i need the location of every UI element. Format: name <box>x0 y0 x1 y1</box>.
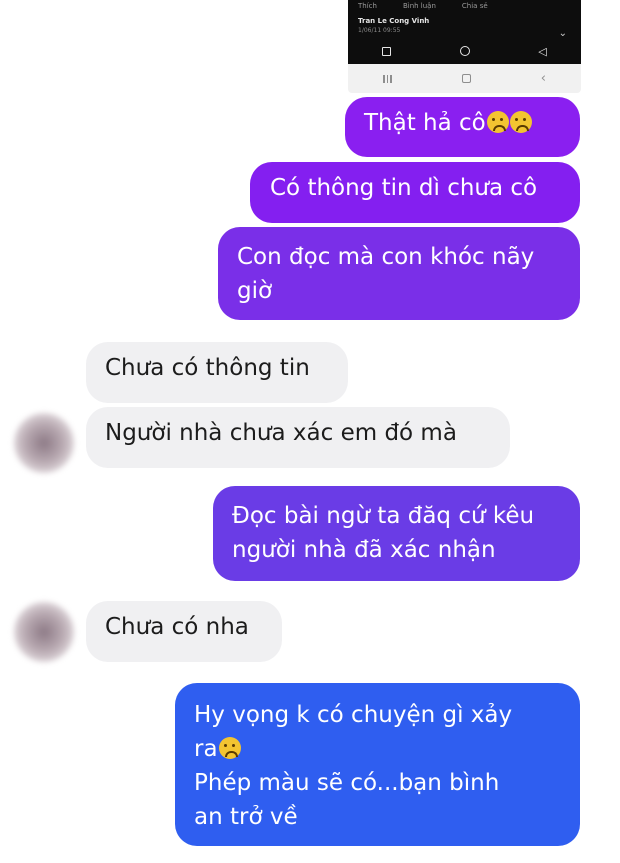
message-text: Người nhà chưa xác em đó mà <box>105 420 457 446</box>
message-text: Chưa có thông tin <box>105 355 310 381</box>
message-bubble-sent[interactable]: Con đọc mà con khóc nãy giờ <box>218 227 580 320</box>
shared-screenshot[interactable]: Thích Bình luận Chia sẻ Tran Le Cong Vin… <box>348 0 581 93</box>
back-icon: ◁ <box>538 44 547 58</box>
message-text-line: ra <box>194 736 218 762</box>
crying-face-icon <box>218 737 241 759</box>
contact-avatar[interactable] <box>14 413 74 473</box>
message-text-line: an trở về <box>194 804 298 830</box>
message-text: Chưa có nha <box>105 614 249 640</box>
shared-post-author: Tran Le Cong Vinh <box>358 17 430 25</box>
shared-post-actions: Thích Bình luận Chia sẻ <box>358 2 488 10</box>
android-navbar-light: ‹ <box>348 64 581 93</box>
crying-face-icon <box>509 111 532 133</box>
message-text: Có thông tin dì chưa cô <box>270 175 538 201</box>
comment-action: Bình luận <box>402 2 436 10</box>
message-bubble-received[interactable]: Chưa có thông tin <box>86 342 348 403</box>
android-navbar-dark: ◁ <box>348 40 581 62</box>
message-text: Thật hả cô <box>364 110 486 136</box>
message-text-line: Con đọc mà con khóc nãy <box>237 244 535 270</box>
share-action: Chia sẻ <box>461 2 488 10</box>
recents-icon <box>382 46 392 56</box>
message-text-line: người nhà đã xác nhận <box>232 537 496 563</box>
message-bubble-received[interactable]: Người nhà chưa xác em đó mà <box>86 407 510 468</box>
like-action: Thích <box>358 2 377 10</box>
recents-icon <box>383 74 392 83</box>
message-bubble-sent[interactable]: Đọc bài ngừ ta đăq cứ kêu người nhà đã x… <box>213 486 580 581</box>
message-bubble-sent[interactable]: Hy vọng k có chuyện gì xảy ra Phép màu s… <box>175 683 580 846</box>
message-text-line: giờ <box>237 278 273 304</box>
crying-face-icon <box>486 111 509 133</box>
message-text-line: Hy vọng k có chuyện gì xảy <box>194 702 513 728</box>
message-bubble-sent[interactable]: Có thông tin dì chưa cô <box>250 162 580 223</box>
shared-post-time: 1/06/11 09:55 <box>358 27 401 34</box>
message-text-line: Đọc bài ngừ ta đăq cứ kêu <box>232 503 535 529</box>
message-bubble-sent[interactable]: Thật hả cô <box>345 97 580 157</box>
message-bubble-received[interactable]: Chưa có nha <box>86 601 282 662</box>
message-text-line: Phép màu sẽ có...bạn bình <box>194 770 500 796</box>
home-icon <box>461 74 471 83</box>
contact-avatar[interactable] <box>14 602 74 662</box>
back-icon: ‹ <box>540 71 546 86</box>
home-icon <box>459 46 470 56</box>
chevron-down-icon: ⌄ <box>558 28 567 39</box>
